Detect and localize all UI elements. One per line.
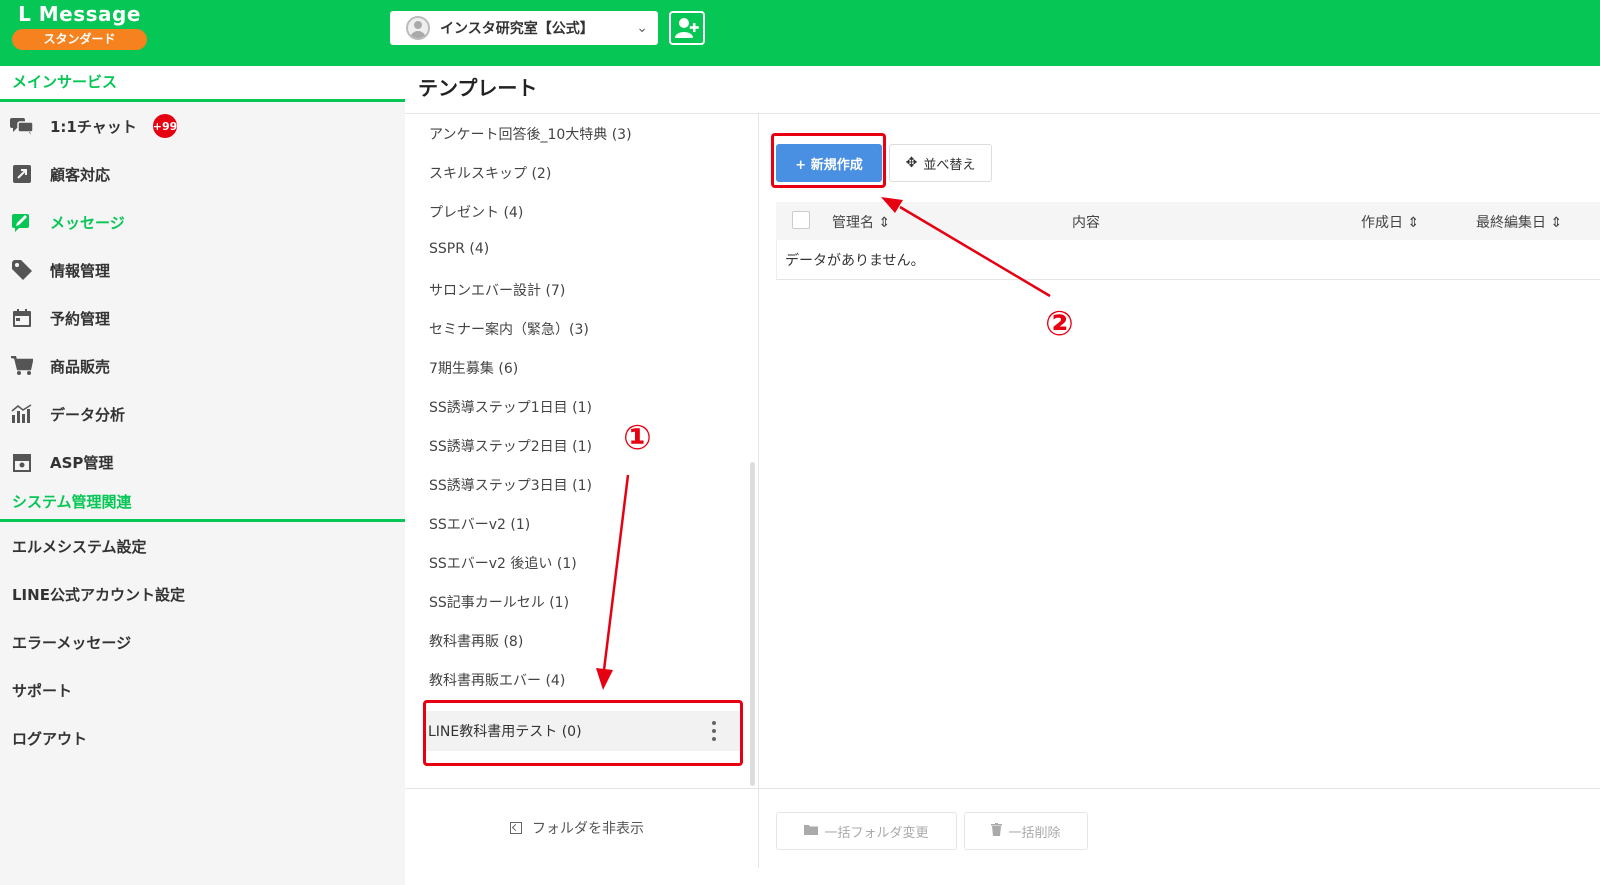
column-updated[interactable]: 最終編集日 ⇕ <box>1476 212 1562 232</box>
trash-icon <box>991 822 1003 840</box>
folder-list: アンケート回答後_10大特典 (3) スキルスキップ (2) プレゼント (4)… <box>405 114 759 784</box>
logo[interactable]: L Message スタンダード <box>12 2 147 50</box>
folder-icon <box>804 824 819 839</box>
sidebar-item-reservation[interactable]: 予約管理 <box>0 294 405 342</box>
highlight-box-new-button <box>771 133 886 188</box>
user-plus-icon <box>675 18 699 38</box>
folder-item[interactable]: SSエバーv2 (1) <box>429 514 530 534</box>
sidebar-item-label: メッセージ <box>50 213 125 232</box>
sidebar-item-label: 情報管理 <box>50 261 111 280</box>
folder-item[interactable]: セミナー案内（緊急）(3) <box>429 319 589 339</box>
annotation-marker-2: ② <box>1045 304 1074 344</box>
sidebar-item-asp[interactable]: ASP管理 <box>0 438 405 486</box>
folder-item[interactable]: アンケート回答後_10大特典 (3) <box>429 124 632 144</box>
sidebar: メインサービス 1:1チャット +99 顧客対応 メッセージ 情報管理 予約管理 <box>0 66 405 885</box>
top-header: L Message スタンダード インスタ研究室【公式】 ⌄ <box>0 0 1600 66</box>
folder-item[interactable]: SS記事カールセル (1) <box>429 592 569 612</box>
sidebar-item-system-settings[interactable]: エルメシステム設定 <box>0 522 405 570</box>
sort-icon: ⇕ <box>874 215 891 231</box>
account-name: インスタ研究室【公式】 <box>440 21 594 37</box>
column-label: 管理名 <box>832 215 874 231</box>
folder-scrollbar[interactable] <box>750 462 755 786</box>
page-title: テンプレート <box>418 76 538 100</box>
archive-icon <box>10 450 34 474</box>
sidebar-item-customer[interactable]: 顧客対応 <box>0 150 405 198</box>
sidebar-item-label: ASP管理 <box>50 453 114 472</box>
sidebar-item-logout[interactable]: ログアウト <box>0 714 405 762</box>
folder-item[interactable]: SS誘導ステップ2日目 (1) <box>429 436 592 456</box>
sort-label: 並べ替え <box>923 157 976 173</box>
highlight-box-folder <box>423 700 743 766</box>
hide-folders-button[interactable]: フォルダを非表示 <box>510 818 644 838</box>
column-content: 内容 <box>1072 215 1100 231</box>
sidebar-item-message[interactable]: メッセージ <box>0 198 405 246</box>
add-friend-button[interactable] <box>669 11 705 45</box>
plan-badge: スタンダード <box>12 29 147 50</box>
external-link-icon <box>10 162 34 186</box>
account-select[interactable]: インスタ研究室【公式】 ⌄ <box>390 11 658 45</box>
divider <box>405 788 1600 789</box>
folder-item[interactable]: 教科書再販エバー (4) <box>429 670 565 690</box>
sidebar-item-label: データ分析 <box>50 405 126 424</box>
sidebar-item-label: 1:1チャット <box>50 117 137 136</box>
bulk-folder-label: 一括フォルダ変更 <box>824 825 929 841</box>
column-name[interactable]: 管理名 ⇕ <box>832 212 890 232</box>
column-label: 作成日 <box>1361 215 1403 231</box>
sidebar-item-info[interactable]: 情報管理 <box>0 246 405 294</box>
avatar <box>406 16 430 40</box>
calendar-icon <box>10 306 34 330</box>
move-icon: ✥ <box>905 155 918 171</box>
divider <box>758 114 759 868</box>
sidebar-item-sales[interactable]: 商品販売 <box>0 342 405 390</box>
folder-item[interactable]: 7期生募集 (6) <box>429 358 518 378</box>
column-created[interactable]: 作成日 ⇕ <box>1361 212 1419 232</box>
sidebar-item-label: 顧客対応 <box>50 165 111 184</box>
tag-icon <box>10 258 34 282</box>
chart-icon <box>10 402 34 426</box>
chevron-down-icon: ⌄ <box>636 20 648 36</box>
sidebar-item-label: 商品販売 <box>50 357 111 376</box>
folder-item[interactable]: SSPR (4) <box>429 241 489 257</box>
folder-item[interactable]: 教科書再販 (8) <box>429 631 523 651</box>
empty-message: データがありません。 <box>776 240 1600 280</box>
sort-icon: ⇕ <box>1546 215 1563 231</box>
sidebar-item-support[interactable]: サポート <box>0 666 405 714</box>
sidebar-item-error-messages[interactable]: エラーメッセージ <box>0 618 405 666</box>
sidebar-item-line-settings[interactable]: LINE公式アカウント設定 <box>0 570 405 618</box>
bulk-delete-label: 一括削除 <box>1008 825 1061 841</box>
sidebar-item-label: 予約管理 <box>50 309 111 328</box>
logo-text: L Message <box>18 2 141 26</box>
folder-item[interactable]: サロンエバー設計 (7) <box>429 280 565 300</box>
main-service-section: メインサービス <box>0 66 405 102</box>
folder-item[interactable]: SS誘導ステップ3日目 (1) <box>429 475 592 495</box>
folder-item[interactable]: SSエバーv2 後追い (1) <box>429 553 577 573</box>
bulk-folder-change-button[interactable]: 一括フォルダ変更 <box>776 812 957 850</box>
column-label: 最終編集日 <box>1476 215 1546 231</box>
chat-icon <box>10 114 34 138</box>
table-header: 管理名 ⇕ 内容 作成日 ⇕ 最終編集日 ⇕ <box>776 202 1600 240</box>
collapse-icon <box>510 822 522 834</box>
bulk-delete-button[interactable]: 一括削除 <box>964 812 1088 850</box>
select-all-checkbox[interactable] <box>792 211 810 229</box>
annotation-marker-1: ① <box>623 418 652 458</box>
system-section: システム管理関連 <box>0 486 405 522</box>
folder-item[interactable]: SS誘導ステップ1日目 (1) <box>429 397 592 417</box>
sort-button[interactable]: ✥ 並べ替え <box>889 144 992 182</box>
message-edit-icon <box>10 210 34 234</box>
cart-icon <box>10 354 34 378</box>
sidebar-item-analytics[interactable]: データ分析 <box>0 390 405 438</box>
folder-item[interactable]: プレゼント (4) <box>429 202 523 222</box>
sidebar-item-chat[interactable]: 1:1チャット +99 <box>0 102 405 150</box>
hide-folders-label: フォルダを非表示 <box>532 821 644 837</box>
sort-icon: ⇕ <box>1403 215 1420 231</box>
unread-badge: +99 <box>153 114 177 138</box>
folder-item[interactable]: スキルスキップ (2) <box>429 163 551 183</box>
